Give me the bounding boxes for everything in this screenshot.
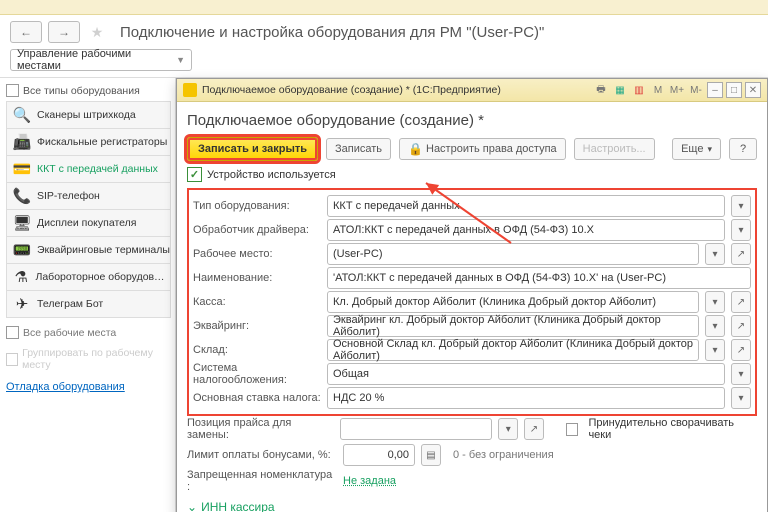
sidebar-category[interactable]: 💳ККТ с передачей данных xyxy=(6,155,171,182)
category-icon: ⚗ xyxy=(7,268,35,286)
category-icon: 🖥 xyxy=(7,214,37,232)
sklad-field[interactable]: Основной Склад кл. Добрый доктор Айболит… xyxy=(327,339,699,361)
open-icon[interactable]: ↗ xyxy=(524,418,544,440)
sidebar-category[interactable]: 🖥Дисплеи покупателя xyxy=(6,209,171,236)
tb-mplus-icon[interactable]: M+ xyxy=(669,82,685,98)
page-title: Подключение и настройка оборудования для… xyxy=(120,24,544,41)
tb-max-icon[interactable]: □ xyxy=(726,82,742,98)
sidebar-category[interactable]: ✈Телеграм Бот xyxy=(6,290,171,318)
driver-field[interactable]: АТОЛ:ККТ с передачей данных в ОФД (54-ФЗ… xyxy=(327,219,725,241)
open-icon[interactable]: ↗ xyxy=(731,243,751,265)
save-button[interactable]: Записать xyxy=(326,138,391,160)
sidebar-category[interactable]: ⚗Лабороторное оборудование xyxy=(6,263,171,290)
dropdown-icon[interactable]: ▾ xyxy=(705,315,725,337)
stepper-icon[interactable]: ▤ xyxy=(421,444,441,466)
tb-close-icon[interactable]: ✕ xyxy=(745,82,761,98)
category-label: SIP-телефон xyxy=(37,190,100,202)
dropdown-icon[interactable]: ▾ xyxy=(705,243,725,265)
all-workplaces-check[interactable]: Все рабочие места xyxy=(6,326,171,339)
fold-checks-check[interactable] xyxy=(566,423,579,436)
app-icon xyxy=(183,83,197,97)
workplace-field[interactable]: (User-PC) xyxy=(327,243,699,265)
category-icon: 🔍 xyxy=(7,106,37,124)
category-label: Телеграм Бот xyxy=(37,298,103,310)
category-icon: ✈ xyxy=(7,295,37,313)
dropdown-icon[interactable]: ▾ xyxy=(705,291,725,313)
device-used-check[interactable]: ✓ Устройство используется xyxy=(187,167,757,182)
category-label: ККТ с передачей данных xyxy=(37,163,158,175)
tb-mminus-icon[interactable]: M- xyxy=(688,82,704,98)
modal-more[interactable]: Еще▾ xyxy=(672,138,721,160)
open-icon[interactable]: ↗ xyxy=(731,291,751,313)
tb-calc-icon[interactable]: ▥ xyxy=(631,82,647,98)
bonus-field[interactable]: 0,00 xyxy=(343,444,415,466)
modal-help[interactable]: ? xyxy=(729,138,757,160)
tb-grid-icon[interactable]: ▦ xyxy=(612,82,628,98)
dropdown-icon[interactable]: ▾ xyxy=(731,387,751,409)
open-icon[interactable]: ↗ xyxy=(731,315,751,337)
equipment-modal: Подключаемое оборудование (создание) * (… xyxy=(176,78,768,512)
dropdown-icon[interactable]: ▾ xyxy=(731,195,751,217)
modal-configure: Настроить... xyxy=(574,138,655,160)
category-icon: 💳 xyxy=(7,160,37,178)
type-field[interactable]: ККТ с передачей данных xyxy=(327,195,725,217)
tb-min-icon[interactable]: – xyxy=(707,82,723,98)
category-label: Эквайринговые терминалы xyxy=(37,244,170,256)
modal-heading: Подключаемое оборудование (создание) * xyxy=(187,112,757,129)
checkmark-icon: ✓ xyxy=(187,167,202,182)
sidebar-category[interactable]: 📟Эквайринговые терминалы xyxy=(6,236,171,263)
debug-link[interactable]: Отладка оборудования xyxy=(6,381,171,393)
category-label: Сканеры штрихкода xyxy=(37,109,136,121)
forbidden-link[interactable]: Не задана xyxy=(343,475,396,487)
highlighted-form-block: Тип оборудования:ККТ с передачей данных▾… xyxy=(187,188,757,416)
category-icon: 📟 xyxy=(7,241,37,259)
rights-button[interactable]: 🔒Настроить права доступа xyxy=(399,138,566,160)
star-icon[interactable]: ★ xyxy=(86,22,108,42)
category-label: Дисплеи покупателя xyxy=(37,217,136,229)
open-icon[interactable]: ↗ xyxy=(731,339,751,361)
kassa-field[interactable]: Кл. Добрый доктор Айболит (Клиника Добры… xyxy=(327,291,699,313)
group-by-check[interactable]: Группировать по рабочему месту xyxy=(6,347,171,371)
dropdown-icon[interactable]: ▾ xyxy=(731,363,751,385)
dropdown-icon[interactable]: ▾ xyxy=(498,418,518,440)
inn-section-toggle[interactable]: ⌄ИНН кассира xyxy=(187,500,757,512)
pricelist-field[interactable] xyxy=(340,418,492,440)
tb-print-icon[interactable]: 🖶 xyxy=(593,82,609,98)
taxsys-field[interactable]: Общая xyxy=(327,363,725,385)
all-types-checkbox[interactable]: Все типы оборудования xyxy=(6,84,171,97)
nav-back[interactable]: ← xyxy=(10,21,42,43)
dropdown-icon[interactable]: ▾ xyxy=(731,219,751,241)
name-field[interactable]: 'АТОЛ:ККТ с передачей данных в ОФД (54-Ф… xyxy=(327,267,751,289)
category-icon: 📞 xyxy=(7,187,37,205)
category-label: Лабороторное оборудование xyxy=(35,271,170,283)
sidebar-category[interactable]: 📞SIP-телефон xyxy=(6,182,171,209)
workplace-manage-combo[interactable]: Управление рабочими местами▼ xyxy=(10,49,192,71)
taxrate-field[interactable]: НДС 20 % xyxy=(327,387,725,409)
sidebar-category[interactable]: 📠Фискальные регистраторы xyxy=(6,128,171,155)
acq-field[interactable]: Эквайринг кл. Добрый доктор Айболит (Кли… xyxy=(327,315,699,337)
save-close-button[interactable]: Записать и закрыть xyxy=(187,137,318,161)
nav-forward[interactable]: → xyxy=(48,21,80,43)
sidebar-category[interactable]: 🔍Сканеры штрихкода xyxy=(6,101,171,128)
chevron-down-icon: ⌄ xyxy=(187,500,197,512)
lock-icon: 🔒 xyxy=(408,142,423,156)
tb-m-icon[interactable]: M xyxy=(650,82,666,98)
dropdown-icon[interactable]: ▾ xyxy=(705,339,725,361)
category-label: Фискальные регистраторы xyxy=(37,136,167,148)
category-icon: 📠 xyxy=(7,133,37,151)
